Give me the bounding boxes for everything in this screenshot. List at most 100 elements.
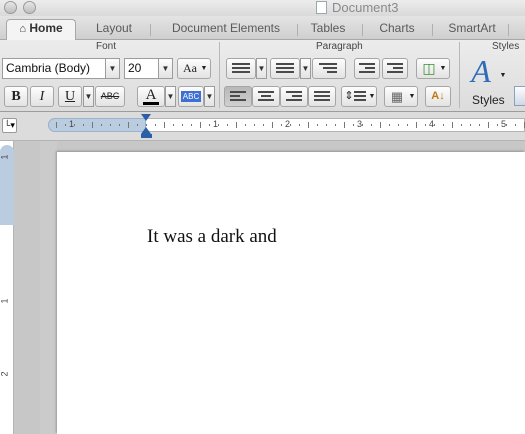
paragraph-group-label: Paragraph <box>316 41 363 52</box>
document-page[interactable] <box>57 152 525 434</box>
ruler-tick <box>173 124 174 126</box>
close-window-button[interactable] <box>4 1 17 14</box>
ruler-tick <box>407 124 408 126</box>
ruler-tick <box>308 122 309 128</box>
font-color-button[interactable]: A <box>137 86 165 107</box>
align-left-icon <box>230 91 246 103</box>
bold-button[interactable]: B <box>4 86 28 107</box>
change-case-button[interactable]: Aa ▼ <box>177 58 211 79</box>
tab-home[interactable]: ⌂ Home <box>6 19 76 40</box>
ruler-tick <box>56 122 57 128</box>
ruler-tick <box>362 124 363 126</box>
numbering-icon <box>276 63 294 75</box>
numbering-dropdown[interactable]: ▼ <box>300 58 311 79</box>
line-spacing-button[interactable]: ⇕ ▼ <box>341 86 377 107</box>
ruler-tick <box>74 124 75 126</box>
style-gallery-edge[interactable] <box>514 86 525 106</box>
chevron-down-icon[interactable]: ▼ <box>498 66 508 85</box>
ruler-tick <box>227 124 228 126</box>
align-center-button[interactable] <box>252 86 280 107</box>
font-name-field[interactable]: Cambria (Body) <box>2 58 106 79</box>
ribbon: Font Paragraph Styles Cambria (Body) ▼ 2… <box>0 40 525 112</box>
ruler-tick <box>479 124 480 126</box>
underline-dropdown[interactable]: ▼ <box>83 86 94 107</box>
tab-tables[interactable]: Tables <box>300 20 356 39</box>
ruler-tick <box>344 122 345 128</box>
strikethrough-button[interactable]: ABC <box>95 86 125 107</box>
increase-indent-icon <box>387 63 403 75</box>
ruler-tick <box>128 122 129 128</box>
chevron-down-icon: ▼ <box>408 93 416 100</box>
styles-group-label: Styles <box>492 41 520 52</box>
underline-button[interactable]: U <box>58 86 82 107</box>
tab-charts[interactable]: Charts <box>366 20 428 39</box>
columns-icon: ◫ <box>422 60 436 76</box>
styles-icon[interactable]: A <box>466 54 496 88</box>
borders-icon: ▦ <box>390 89 404 104</box>
highlight-button[interactable]: ABC <box>178 86 204 107</box>
increase-indent-button[interactable] <box>382 58 408 79</box>
multilevel-list-button[interactable] <box>312 58 346 79</box>
underline-icon: U <box>64 89 76 104</box>
highlight-dropdown[interactable]: ▼ <box>204 86 215 107</box>
align-right-button[interactable] <box>280 86 308 107</box>
ruler-tick <box>119 124 120 126</box>
ruler-tick <box>434 124 435 126</box>
tab-divider <box>432 24 433 36</box>
styles-label[interactable]: Styles <box>472 93 505 107</box>
ruler-tick <box>236 122 237 128</box>
ruler-tick <box>488 122 489 128</box>
first-line-indent-marker[interactable] <box>141 114 151 121</box>
minimize-window-button[interactable] <box>23 1 36 14</box>
vruler-mark: 1 <box>0 298 10 304</box>
sort-icon: A↓ <box>431 90 445 102</box>
page-shadow-strip <box>40 141 57 434</box>
ruler-tick <box>200 122 201 128</box>
font-name-dropdown[interactable]: ▼ <box>105 58 120 79</box>
font-color-swatch <box>143 102 159 105</box>
chevron-down-icon: ▼ <box>368 93 376 100</box>
tab-document-elements[interactable]: Document Elements <box>156 20 296 39</box>
tab-selector[interactable]: └▾ <box>2 118 17 133</box>
ruler-tick <box>209 124 210 126</box>
numbering-button[interactable] <box>270 58 300 79</box>
ruler-tick <box>146 124 147 126</box>
align-left-button[interactable] <box>224 86 252 107</box>
align-center-icon <box>258 91 274 103</box>
tab-smartart[interactable]: SmartArt <box>438 20 506 39</box>
font-group-label: Font <box>96 41 117 52</box>
tab-layout[interactable]: Layout <box>82 20 146 39</box>
font-color-dropdown[interactable]: ▼ <box>165 86 176 107</box>
ruler-tick <box>110 124 111 126</box>
italic-button[interactable]: I <box>30 86 54 107</box>
bullets-dropdown[interactable]: ▼ <box>256 58 267 79</box>
document-icon <box>316 1 327 14</box>
sort-button[interactable]: A↓ <box>425 86 451 107</box>
ruler-tick <box>83 124 84 126</box>
borders-button[interactable]: ▦ ▼ <box>384 86 418 107</box>
ruler-tick <box>101 124 102 126</box>
font-size-dropdown[interactable]: ▼ <box>158 58 173 79</box>
ribbon-tab-bar: ⌂ Home Layout Document Elements Tables C… <box>0 16 525 40</box>
ruler-tick <box>65 124 66 126</box>
decrease-indent-button[interactable] <box>354 58 380 79</box>
justify-button[interactable] <box>308 86 336 107</box>
group-divider <box>459 42 460 108</box>
ruler-tick <box>299 124 300 126</box>
font-size-field[interactable]: 20 <box>124 58 160 79</box>
ruler-tick <box>515 124 516 126</box>
columns-button[interactable]: ◫ ▼ <box>416 58 450 79</box>
ruler-tick <box>290 124 291 126</box>
chevron-down-icon: ▼ <box>439 65 447 72</box>
tab-home-label: Home <box>29 21 63 35</box>
bullets-icon <box>232 63 250 75</box>
ruler-tick <box>380 122 381 128</box>
ruler-tick <box>443 124 444 126</box>
ruler-tick <box>218 124 219 126</box>
ruler-tick <box>452 122 453 128</box>
document-text[interactable]: It was a dark and <box>147 226 277 248</box>
align-right-icon <box>286 91 302 103</box>
bullets-button[interactable] <box>226 58 256 79</box>
hanging-indent-marker[interactable] <box>141 127 151 134</box>
left-indent-marker[interactable] <box>141 134 152 138</box>
